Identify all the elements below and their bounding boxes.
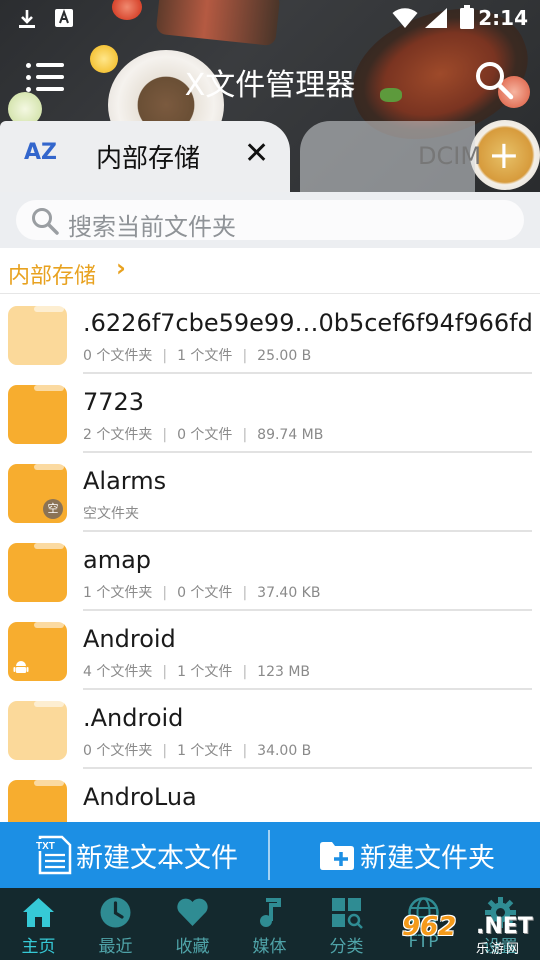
- file-meta: 4 个文件夹 | 1 个文件 | 123 MB: [83, 664, 311, 680]
- nav-category[interactable]: 分类: [308, 888, 385, 960]
- svg-text:TXT: TXT: [36, 841, 55, 852]
- folder-icon: [8, 622, 67, 681]
- file-meta: 空文件夹: [83, 506, 139, 522]
- list-item[interactable]: 空 Alarms 空文件夹: [0, 453, 540, 532]
- download-icon: [19, 10, 35, 28]
- new-folder-button[interactable]: 新建文件夹: [270, 822, 540, 888]
- heart-icon: [177, 898, 208, 926]
- file-name: Android: [83, 625, 176, 653]
- breadcrumb-item-internal-storage[interactable]: 内部存储: [8, 258, 96, 290]
- folder-icon: [8, 701, 67, 760]
- nav-label: 主页: [21, 937, 56, 957]
- chevron-right-icon: ›: [116, 254, 126, 282]
- file-meta: 2 个文件夹 | 0 个文件 | 89.74 MB: [83, 427, 324, 443]
- file-name: 7723: [83, 388, 145, 416]
- wifi-icon: [392, 8, 418, 28]
- nav-label: 收藏: [175, 937, 210, 957]
- watermark-logo: 962 .NET 乐游网: [402, 912, 533, 957]
- list-item[interactable]: AndroLua: [0, 769, 540, 822]
- list-item[interactable]: .Android 0 个文件夹 | 1 个文件 | 34.00 B: [0, 690, 540, 769]
- search-icon: [476, 62, 514, 100]
- nav-media[interactable]: 媒体: [231, 888, 308, 960]
- close-icon: ✕: [244, 136, 270, 171]
- search-bar: 搜索当前文件夹: [0, 192, 540, 248]
- file-list: .6226f7cbe59e99…0b5cef6f94f966fd 0 个文件夹 |…: [0, 295, 540, 822]
- nav-label: 媒体: [252, 937, 287, 957]
- tab-dcim-label: DCIM: [418, 142, 482, 170]
- app-title: X文件管理器: [184, 68, 356, 103]
- file-meta: 1 个文件夹 | 0 个文件 | 37.40 KB: [83, 585, 321, 601]
- bottom-nav: 主页 最近 收藏 媒体 分类 FTP 设置 962 .NET 乐游网: [0, 888, 540, 960]
- sort-az-icon: AZ: [24, 140, 57, 165]
- file-meta: 0 个文件夹 | 1 个文件 | 34.00 B: [83, 743, 312, 759]
- list-item[interactable]: Android 4 个文件夹 | 1 个文件 | 123 MB: [0, 611, 540, 690]
- search-button[interactable]: [472, 58, 516, 102]
- file-name: .6226f7cbe59e99…0b5cef6f94f966fd: [83, 309, 533, 337]
- breadcrumb: 内部存储 ›: [0, 248, 540, 294]
- plus-icon: +: [488, 133, 520, 177]
- status-bar: 2:14: [0, 0, 540, 36]
- music-icon: [260, 898, 281, 927]
- sort-az-button[interactable]: AZ: [24, 140, 57, 165]
- nav-favorites[interactable]: 收藏: [154, 888, 231, 960]
- new-folder-label: 新建文件夹: [360, 843, 495, 874]
- list-item[interactable]: .6226f7cbe59e99…0b5cef6f94f966fd 0 个文件夹 |…: [0, 295, 540, 374]
- nav-home[interactable]: 主页: [0, 888, 77, 960]
- file-name: amap: [83, 546, 152, 574]
- clock-icon: [100, 897, 131, 928]
- file-meta: 0 个文件夹 | 1 个文件 | 25.00 B: [83, 348, 312, 364]
- font-a-icon: [55, 9, 73, 27]
- folder-icon: [8, 780, 67, 822]
- folder-plus-icon: [320, 842, 354, 870]
- search-placeholder: 搜索当前文件夹: [68, 213, 236, 241]
- folder-icon: [8, 543, 67, 602]
- tab-close-button[interactable]: ✕: [244, 138, 269, 170]
- add-tab-button[interactable]: +: [488, 136, 520, 174]
- signal-icon: [425, 8, 447, 28]
- file-name: Alarms: [83, 467, 167, 495]
- battery-icon: [460, 5, 474, 29]
- home-icon: [23, 898, 54, 927]
- action-bar: TXT 新建文本文件 新建文件夹: [0, 822, 540, 888]
- txt-file-icon: TXT: [34, 835, 72, 875]
- nav-label: 分类: [329, 937, 364, 957]
- search-input[interactable]: 搜索当前文件夹: [16, 200, 524, 241]
- new-text-file-button[interactable]: TXT 新建文本文件: [0, 822, 270, 888]
- tab-internal-storage-label: 内部存储: [96, 144, 201, 174]
- list-item[interactable]: amap 1 个文件夹 | 0 个文件 | 37.40 KB: [0, 532, 540, 611]
- nav-recent[interactable]: 最近: [77, 888, 154, 960]
- nav-label: 最近: [98, 937, 133, 957]
- category-icon: [332, 898, 363, 929]
- new-text-file-label: 新建文本文件: [76, 843, 238, 874]
- list-item[interactable]: 7723 2 个文件夹 | 0 个文件 | 89.74 MB: [0, 374, 540, 453]
- app-header: 2:14 X文件管理器 DCIM AZ 内部存储 ✕ +: [0, 0, 540, 192]
- search-icon: [32, 208, 59, 235]
- empty-badge: 空: [43, 499, 63, 519]
- status-time: 2:14: [478, 6, 528, 30]
- folder-icon: 空: [8, 464, 67, 523]
- file-name: .Android: [83, 704, 184, 732]
- file-name: AndroLua: [83, 783, 197, 811]
- android-icon: [13, 661, 29, 673]
- folder-icon: [8, 306, 67, 365]
- folder-icon: [8, 385, 67, 444]
